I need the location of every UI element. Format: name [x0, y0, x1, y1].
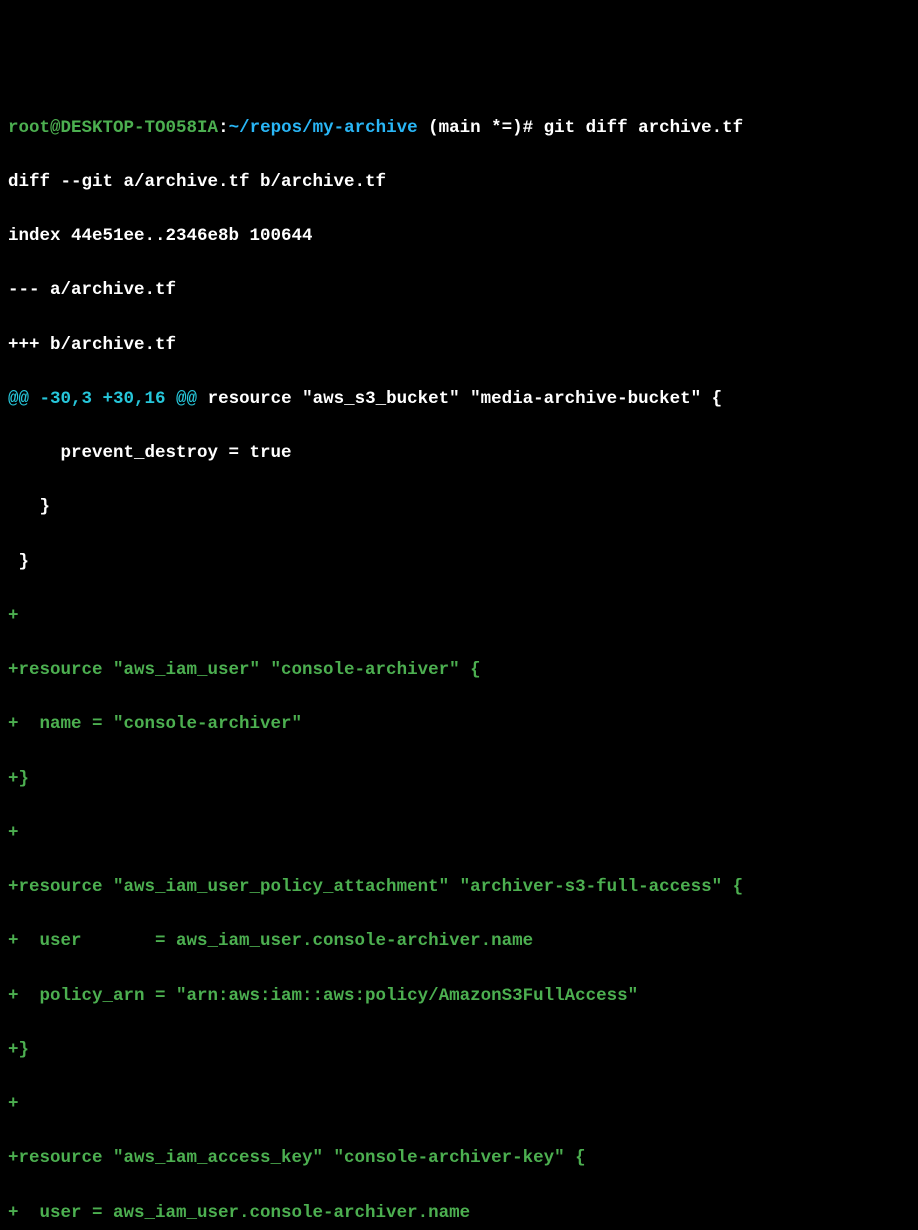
- terminal-prompt-line: root@DESKTOP-TO058IA:~/repos/my-archive …: [8, 115, 910, 142]
- hunk-marker-close: @@: [166, 389, 198, 409]
- context-line: prevent_destroy = true: [8, 440, 910, 467]
- command-text[interactable]: git diff archive.tf: [544, 118, 744, 138]
- hunk-marker-open: @@: [8, 389, 40, 409]
- hunk-range: -30,3 +30,16: [40, 389, 166, 409]
- added-line: + user = aws_iam_user.console-archiver.n…: [8, 928, 910, 955]
- context-line: }: [8, 549, 910, 576]
- prompt-colon: :: [218, 118, 229, 138]
- added-line: +}: [8, 1037, 910, 1064]
- added-line: +: [8, 603, 910, 630]
- prompt-branch: (main *=): [418, 118, 523, 138]
- added-line: +resource "aws_iam_user" "console-archiv…: [8, 657, 910, 684]
- added-line: +: [8, 1091, 910, 1118]
- prompt-user: root: [8, 118, 50, 138]
- prompt-path: ~/repos/my-archive: [229, 118, 418, 138]
- added-line: +resource "aws_iam_user_policy_attachmen…: [8, 874, 910, 901]
- context-line: }: [8, 494, 910, 521]
- prompt-host: DESKTOP-TO058IA: [61, 118, 219, 138]
- prompt-hash: #: [523, 118, 544, 138]
- diff-index: index 44e51ee..2346e8b 100644: [8, 223, 910, 250]
- hunk-context: resource "aws_s3_bucket" "media-archive-…: [197, 389, 722, 409]
- added-line: + name = "console-archiver": [8, 711, 910, 738]
- diff-header: diff --git a/archive.tf b/archive.tf: [8, 169, 910, 196]
- added-line: +resource "aws_iam_access_key" "console-…: [8, 1145, 910, 1172]
- added-line: + policy_arn = "arn:aws:iam::aws:policy/…: [8, 983, 910, 1010]
- diff-file-a: --- a/archive.tf: [8, 277, 910, 304]
- added-line: +}: [8, 766, 910, 793]
- diff-file-b: +++ b/archive.tf: [8, 332, 910, 359]
- added-line: + user = aws_iam_user.console-archiver.n…: [8, 1200, 910, 1227]
- added-line: +: [8, 820, 910, 847]
- hunk-header-line: @@ -30,3 +30,16 @@ resource "aws_s3_buck…: [8, 386, 910, 413]
- prompt-at: @: [50, 118, 61, 138]
